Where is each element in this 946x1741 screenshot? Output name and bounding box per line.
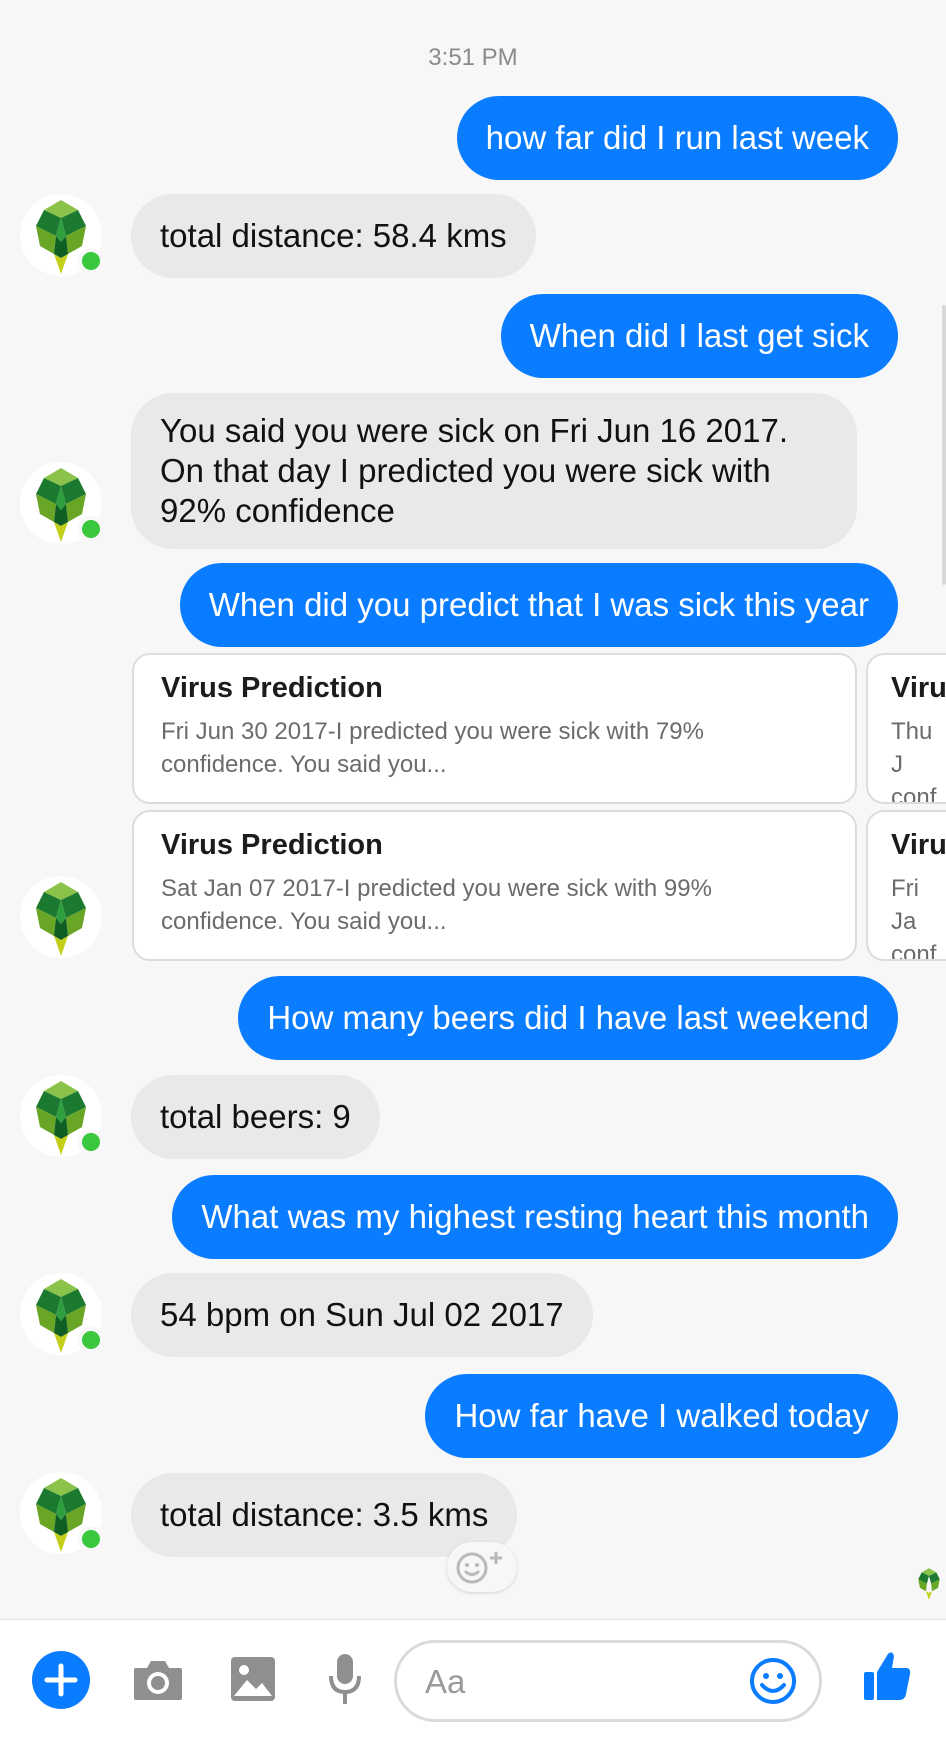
outgoing-message[interactable]: how far did I run last week	[456, 96, 898, 180]
card-title: Viru	[891, 672, 946, 704]
gallery-button[interactable]	[230, 1656, 276, 1707]
card-title: Virus Prediction	[161, 672, 383, 704]
bot-avatar[interactable]	[20, 1273, 104, 1355]
composer-bar	[0, 1619, 946, 1741]
add-reaction-button[interactable]	[447, 1542, 517, 1592]
message-input[interactable]	[423, 1657, 727, 1707]
card-title: Virus Prediction	[161, 829, 383, 861]
outgoing-message[interactable]: When did I last get sick	[500, 294, 898, 378]
hop-logo-icon	[36, 882, 86, 956]
online-indicator	[78, 248, 104, 274]
card-body-line: conf	[891, 784, 937, 804]
prediction-card-partial[interactable]: Viru Thu J conf	[866, 653, 946, 804]
online-indicator	[78, 1129, 104, 1155]
like-button[interactable]	[862, 1650, 912, 1707]
emoji-button[interactable]	[749, 1657, 797, 1710]
outgoing-message[interactable]: How many beers did I have last weekend	[238, 976, 898, 1060]
incoming-message[interactable]: total beers: 9	[131, 1075, 380, 1159]
outgoing-message[interactable]: When did you predict that I was sick thi…	[179, 563, 898, 647]
outgoing-message[interactable]: How far have I walked today	[425, 1374, 898, 1458]
smiley-icon	[750, 1658, 796, 1704]
hop-logo-icon	[918, 1568, 940, 1600]
camera-button[interactable]	[132, 1658, 184, 1707]
message-composer[interactable]	[394, 1640, 822, 1722]
outgoing-message[interactable]: What was my highest resting heart this m…	[172, 1175, 898, 1259]
camera-icon	[134, 1661, 182, 1700]
bot-avatar[interactable]	[20, 462, 104, 544]
card-title: Viru	[891, 829, 946, 861]
prediction-card[interactable]: Virus Prediction Sat Jan 07 2017-I predi…	[132, 810, 857, 961]
voice-button[interactable]	[327, 1652, 363, 1711]
scrollbar[interactable]	[942, 305, 946, 585]
prediction-card[interactable]: Virus Prediction Fri Jun 30 2017-I predi…	[132, 653, 857, 804]
card-body-line: Fri Ja	[891, 875, 919, 935]
incoming-message[interactable]: You said you were sick on Fri Jun 16 201…	[131, 393, 857, 549]
bot-avatar[interactable]	[20, 1075, 104, 1157]
prediction-card-partial[interactable]: Viru Fri Ja conf	[866, 810, 946, 961]
incoming-message[interactable]: total distance: 58.4 kms	[131, 194, 536, 278]
bot-avatar[interactable]	[20, 876, 102, 958]
card-body: Sat Jan 07 2017-I predicted you were sic…	[161, 875, 712, 935]
bot-avatar[interactable]	[20, 194, 104, 276]
card-body: Fri Jun 30 2017-I predicted you were sic…	[161, 718, 704, 778]
plus-circle-icon	[32, 1651, 90, 1709]
online-indicator	[78, 1526, 104, 1552]
online-indicator	[78, 516, 104, 542]
incoming-message[interactable]: 54 bpm on Sun Jul 02 2017	[131, 1273, 593, 1357]
image-icon	[231, 1657, 275, 1701]
seen-avatar	[914, 1566, 944, 1602]
bot-avatar[interactable]	[20, 1472, 104, 1554]
online-indicator	[78, 1327, 104, 1353]
microphone-icon	[329, 1654, 361, 1704]
card-body-line: conf	[891, 941, 937, 961]
card-body-line: Thu J	[891, 718, 933, 778]
chat-timestamp: 3:51 PM	[428, 44, 518, 71]
thumbs-up-icon	[864, 1652, 911, 1700]
add-button[interactable]	[32, 1651, 90, 1714]
add-reaction-icon	[456, 1552, 502, 1584]
